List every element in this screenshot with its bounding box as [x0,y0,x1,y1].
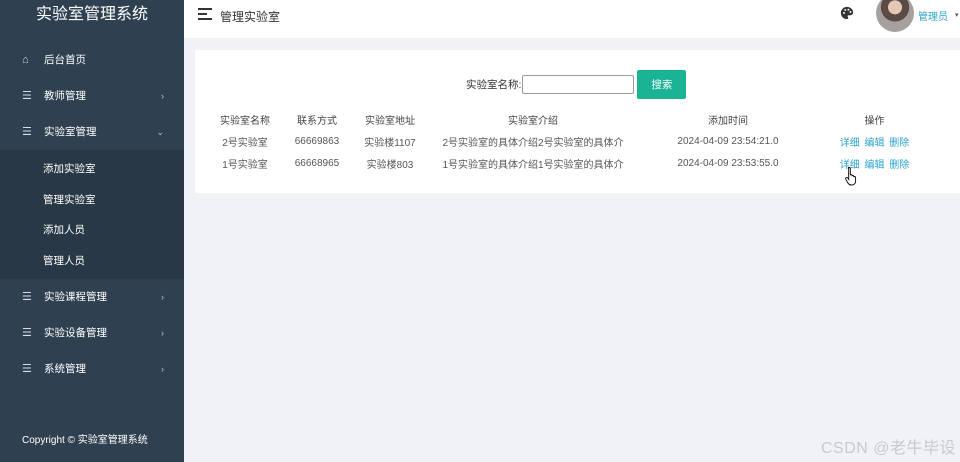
sidebar-item-label: 实验设备管理 [44,327,107,339]
column-header: 实验室地址 [365,115,415,127]
lab-table: 实验室名称 联系方式 实验室地址 实验室介绍 添加时间 操作 2号实验室 666… [208,108,931,174]
sidebar-subitem-add-lab[interactable]: 添加实验室 [0,154,184,185]
caret-down-icon[interactable]: ▾ [955,11,959,19]
sidebar-subitem-manage-person[interactable]: 管理人员 [0,246,184,277]
list-icon: ☰ [22,291,32,303]
sidebar-item-label: 实验室管理 [44,126,97,138]
top-header: 管理实验室 管理员 ▾ [184,0,960,38]
column-header: 联系方式 [297,115,337,127]
sidebar-item-home[interactable]: ⌂ 后台首页 [0,42,184,78]
cell-actions: 详细 编辑 删除 [818,152,931,174]
sidebar-item-system[interactable]: ☰ 系统管理 › [0,351,184,387]
cell-address: 实验楼1107 [364,137,416,149]
menu-toggle-icon[interactable] [198,8,212,20]
list-icon: ☰ [22,327,32,339]
sidebar-item-labs[interactable]: ☰ 实验室管理 ⌄ [0,114,184,150]
search-button[interactable]: 搜索 [637,70,687,99]
cell-time: 2024-04-09 23:53:55.0 [677,157,779,169]
breadcrumb: 管理实验室 [220,10,281,24]
user-name[interactable]: 管理员 [918,8,948,23]
sidebar-item-label: 教师管理 [44,90,86,102]
avatar[interactable] [876,0,914,32]
cell-name: 2号实验室 [222,137,268,149]
table-row: 2号实验室 66669863 实验楼1107 2号实验室的具体介绍2号实验室的具… [208,130,931,152]
cell-intro: 1号实验室的具体介绍1号实验室的具体介 [442,159,624,171]
column-header: 实验室介绍 [508,115,558,127]
chevron-down-icon: ⌄ [156,127,164,137]
cell-actions: 详细 编辑 删除 [818,130,931,152]
sidebar-nav: ⌂ 后台首页 ☰ 教师管理 › ☰ 实验室管理 ⌄ 添加实验室 管理实验室 添加… [0,42,184,387]
table-header-row: 实验室名称 联系方式 实验室地址 实验室介绍 添加时间 操作 [208,108,931,130]
chevron-right-icon: › [161,328,164,338]
detail-link[interactable]: 详细 [840,138,860,149]
cell-address: 实验楼803 [366,159,414,171]
cell-name: 1号实验室 [222,159,268,171]
copyright-footer: Copyright © 实验室管理系统 [22,435,148,446]
sidebar-item-label: 实验课程管理 [44,291,107,303]
sidebar-item-courses[interactable]: ☰ 实验课程管理 › [0,279,184,315]
delete-link[interactable]: 删除 [889,160,909,171]
column-header: 实验室名称 [220,115,270,127]
cell-intro: 2号实验室的具体介绍2号实验室的具体介 [442,137,624,149]
column-header: 添加时间 [708,115,748,127]
delete-link[interactable]: 删除 [889,138,909,149]
sidebar-subitem-add-person[interactable]: 添加人员 [0,215,184,246]
sidebar: 实验室管理系统 ⌂ 后台首页 ☰ 教师管理 › ☰ 实验室管理 ⌄ 添加实验室 … [0,0,184,462]
table-row: 1号实验室 66668965 实验楼803 1号实验室的具体介绍1号实验室的具体… [208,152,931,174]
search-bar: 实验室名称: 搜索 [466,70,687,99]
search-label: 实验室名称: [466,79,522,91]
watermark: CSDN @老牛毕设 [820,440,956,457]
cell-phone: 66669863 [294,135,340,147]
search-input[interactable] [522,75,635,94]
list-icon: ☰ [22,90,32,102]
column-header: 操作 [864,115,885,127]
edit-link[interactable]: 编辑 [865,160,885,171]
edit-link[interactable]: 编辑 [865,138,885,149]
sidebar-item-teachers[interactable]: ☰ 教师管理 › [0,78,184,114]
list-icon: ☰ [22,126,32,138]
chevron-right-icon: › [161,364,164,374]
cell-time: 2024-04-09 23:54:21.0 [677,135,779,147]
sidebar-item-label: 系统管理 [44,363,86,375]
sidebar-item-equipment[interactable]: ☰ 实验设备管理 › [0,315,184,351]
list-icon: ☰ [22,363,32,375]
sidebar-subitem-manage-lab[interactable]: 管理实验室 [0,185,184,216]
palette-icon[interactable] [840,6,854,20]
home-icon: ⌂ [22,54,29,66]
sidebar-subnav: 添加实验室 管理实验室 添加人员 管理人员 [0,150,184,279]
chevron-right-icon: › [161,292,164,302]
chevron-right-icon: › [161,91,164,101]
brand-title: 实验室管理系统 [0,0,184,40]
sidebar-item-label: 后台首页 [44,54,86,66]
cell-phone: 66668965 [294,157,340,169]
hand-cursor-icon [845,167,857,186]
